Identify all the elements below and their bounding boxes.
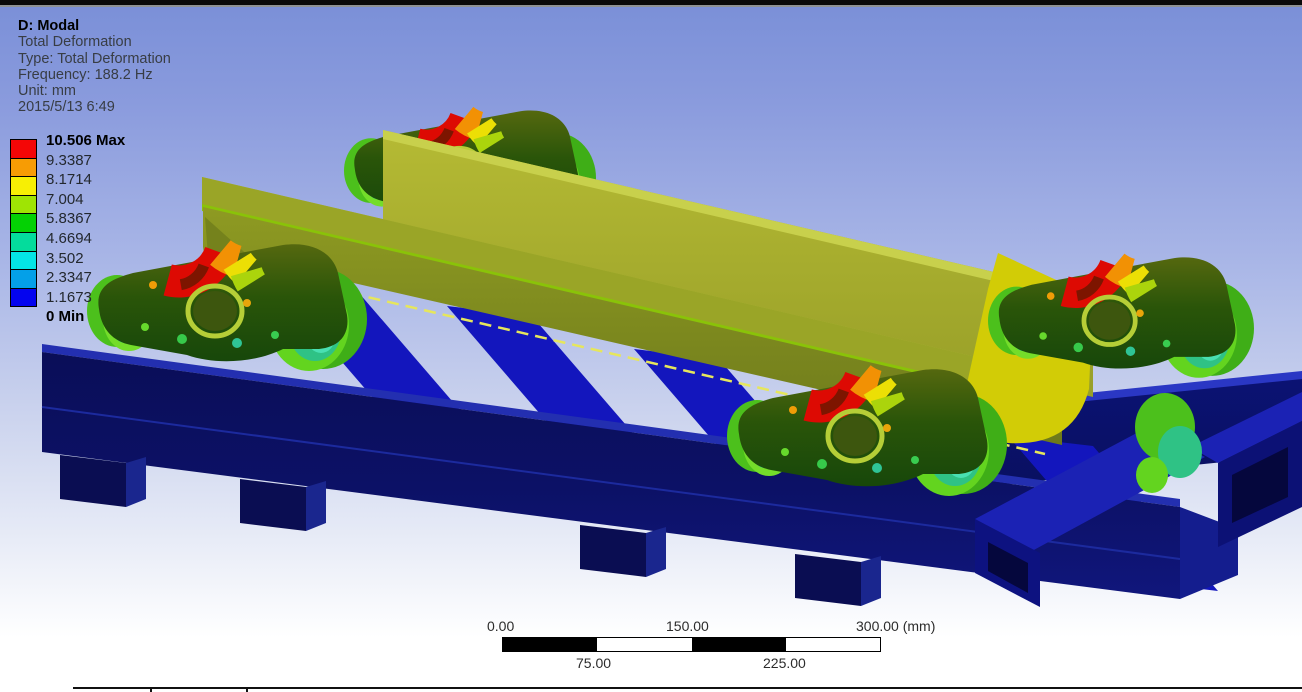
legend-label: 3.502 [46,249,84,267]
legend-swatch [10,194,37,215]
bottom-table-border [73,687,1302,692]
legend-swatch [10,231,37,252]
ruler-label-225: 225.00 [763,655,806,671]
legend-swatch [10,287,37,308]
ruler-label-300: 300.00 (mm) [856,618,936,634]
legend-swatch [10,269,37,289]
result-datetime: 2015/5/13 6:49 [18,99,115,116]
legend-label: 1.1673 [46,288,92,306]
legend-label: 4.6694 [46,230,92,247]
ruler-bar [502,637,881,652]
legend-label: 5.8367 [46,210,92,228]
ruler-segment [691,638,786,651]
legend-max-label: 10.506 Max [46,132,126,149]
legend-label: 7.004 [46,190,84,208]
ruler-segment [597,638,692,651]
result-annotation: D: Modal Total Deformation Type: Total D… [18,18,171,116]
window-top-bar-divider [0,5,1302,7]
ruler-segment [785,638,880,651]
ruler-segment [503,638,598,651]
legend-swatch [10,176,37,196]
legend-label: 9.3387 [46,151,92,169]
legend-color-bar [10,139,37,308]
analysis-title: D: Modal [18,18,80,34]
legend-swatch [10,139,37,159]
result-type: Type: Total Deformation [18,50,171,67]
ruler-label-75: 75.00 [576,655,612,671]
graphics-viewport[interactable]: D: Modal Total Deformation Type: Total D… [0,7,1302,692]
legend-swatch [10,213,37,233]
legend-label: 8.1714 [46,171,92,189]
legend-label: 2.3347 [46,269,92,287]
ruler-label-150: 150.00 [666,618,709,634]
ruler-label-0: 0.00 [487,618,515,634]
result-unit: Unit: mm [18,83,76,100]
legend-swatch [10,250,37,271]
legend-min-label: 0 Min [46,308,85,326]
model-3d-scene[interactable] [0,7,1302,692]
result-frequency: Frequency: 188.2 Hz [18,66,153,83]
legend-swatch [10,157,37,178]
result-name: Total Deformation [18,34,132,51]
